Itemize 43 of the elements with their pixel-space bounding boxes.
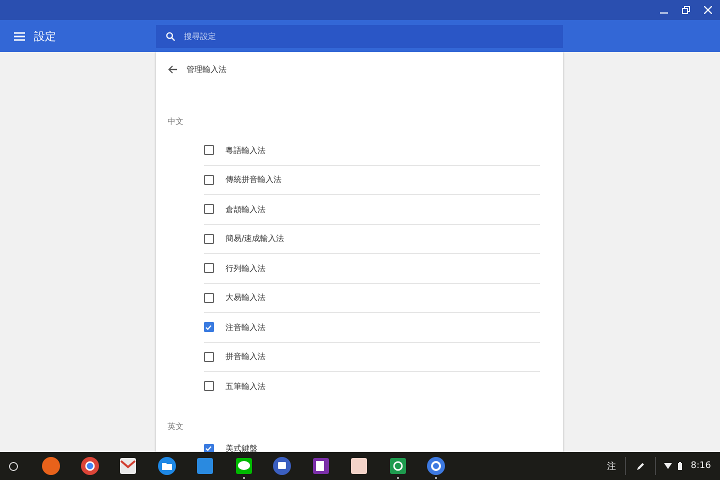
checkbox[interactable]	[204, 352, 214, 362]
checkbox[interactable]	[204, 234, 214, 244]
checkbox[interactable]	[204, 145, 214, 156]
app-tile-icon[interactable]	[388, 457, 407, 475]
notebook-icon[interactable]	[312, 457, 330, 475]
input-method-label: 五筆輸入法	[226, 380, 266, 392]
message-icon[interactable]	[273, 457, 292, 475]
clock-time[interactable]: 8:16	[682, 461, 720, 471]
search-icon	[166, 32, 175, 40]
wifi-icon[interactable]	[664, 463, 672, 469]
checkbox[interactable]	[204, 174, 214, 185]
menu-icon[interactable]	[14, 32, 25, 40]
input-method-label: 行列輸入法	[226, 262, 266, 274]
back-arrow-icon[interactable]	[168, 64, 176, 74]
checkbox[interactable]	[204, 263, 214, 274]
section-heading: 中文	[166, 116, 184, 128]
page-title: 管理輸入法	[186, 64, 226, 74]
envelope-icon[interactable]	[119, 457, 138, 475]
chat-bubble-icon[interactable]	[234, 457, 253, 475]
chrome-icon[interactable]	[80, 457, 99, 475]
checkbox[interactable]	[204, 444, 214, 452]
ime-indicator[interactable]: 注	[598, 460, 625, 472]
input-method-label: 傳統拼音輸入法	[226, 174, 282, 186]
close-icon[interactable]	[704, 6, 712, 14]
input-method-label: 美式鍵盤	[226, 443, 258, 452]
launcher-icon[interactable]	[9, 462, 18, 470]
pen-icon[interactable]	[636, 462, 645, 470]
input-method-label: 倉頡輸入法	[226, 204, 266, 215]
app-title: 設定	[34, 28, 56, 44]
input-method-label: 注音輸入法	[226, 322, 266, 333]
input-method-label: 粵語輸入法	[226, 144, 266, 156]
checkbox[interactable]	[204, 322, 214, 332]
input-method-label: 簡易/速成輸入法	[226, 233, 284, 244]
input-method-label: 拼音輸入法	[226, 351, 266, 362]
checkbox[interactable]	[204, 204, 214, 214]
section-heading: 英文	[166, 420, 184, 432]
checkbox[interactable]	[204, 381, 214, 392]
folder-icon[interactable]	[158, 457, 176, 475]
search-field[interactable]: 搜尋設定	[156, 24, 563, 48]
checkbox[interactable]	[204, 292, 214, 303]
restore-icon[interactable]	[682, 6, 690, 14]
battery-icon[interactable]	[678, 462, 682, 470]
input-method-label: 大易輸入法	[226, 292, 266, 304]
